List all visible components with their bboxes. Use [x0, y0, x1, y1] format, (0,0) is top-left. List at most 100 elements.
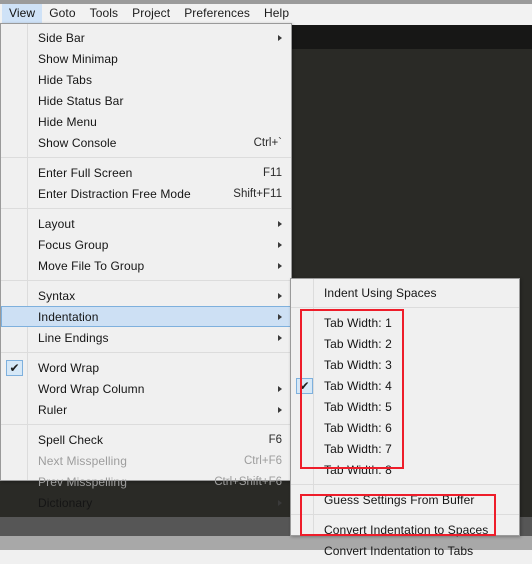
menu-item-shortcut: Ctrl+Shift+F6 — [214, 475, 282, 488]
menu-item-label: Tab Width: 8 — [324, 462, 392, 477]
menu-item-shortcut: Shift+F11 — [233, 187, 282, 200]
submenu-arrow-icon — [278, 292, 282, 299]
menu-bar: View Goto Tools Project Preferences Help — [0, 4, 532, 23]
menubar-item-project[interactable]: Project — [125, 4, 177, 23]
menu-item-dictionary[interactable]: ✔Dictionary — [1, 492, 291, 513]
menu-item-label: Layout — [38, 216, 75, 231]
menu-item-tab-width-6[interactable]: ✔Tab Width: 6 — [291, 417, 519, 438]
menu-item-label: Focus Group — [38, 237, 109, 252]
menu-item-convert-indentation-to-spaces[interactable]: ✔Convert Indentation to Spaces — [291, 519, 519, 540]
check-icon: ✔ — [6, 360, 23, 376]
menu-item-hide-menu[interactable]: ✔Hide Menu — [1, 111, 291, 132]
menu-item-label: Next Misspelling — [38, 453, 127, 468]
menu-separator — [291, 484, 519, 485]
menu-item-label: Hide Tabs — [38, 72, 93, 87]
menu-item-enter-distraction-free-mode[interactable]: ✔Enter Distraction Free ModeShift+F11 — [1, 183, 291, 204]
menu-item-label: Word Wrap Column — [38, 381, 145, 396]
menu-separator — [1, 424, 291, 425]
menu-item-syntax[interactable]: ✔Syntax — [1, 285, 291, 306]
menu-item-label: Convert Indentation to Spaces — [324, 522, 489, 537]
menu-item-word-wrap-column[interactable]: ✔Word Wrap Column — [1, 378, 291, 399]
submenu-arrow-icon — [278, 385, 282, 392]
menu-item-prev-misspelling: ✔Prev MisspellingCtrl+Shift+F6 — [1, 471, 291, 492]
menu-item-move-file-to-group[interactable]: ✔Move File To Group — [1, 255, 291, 276]
menu-item-label: Indent Using Spaces — [324, 285, 437, 300]
menubar-item-help[interactable]: Help — [257, 4, 296, 23]
menu-item-hide-status-bar[interactable]: ✔Hide Status Bar — [1, 90, 291, 111]
check-icon: ✔ — [296, 378, 313, 394]
menu-item-next-misspelling: ✔Next MisspellingCtrl+F6 — [1, 450, 291, 471]
menu-item-ruler[interactable]: ✔Ruler — [1, 399, 291, 420]
menu-item-show-console[interactable]: ✔Show ConsoleCtrl+` — [1, 132, 291, 153]
menubar-item-preferences[interactable]: Preferences — [177, 4, 257, 23]
menu-item-tab-width-1[interactable]: ✔Tab Width: 1 — [291, 312, 519, 333]
menu-item-label: Convert Indentation to Tabs — [324, 543, 474, 558]
indentation-submenu-item-list: ✔Indent Using Spaces✔Tab Width: 1✔Tab Wi… — [291, 279, 519, 564]
menu-item-word-wrap[interactable]: ✔ Word Wrap — [1, 357, 291, 378]
menu-separator — [291, 307, 519, 308]
view-dropdown-menu: ✔Side Bar✔Show Minimap✔Hide Tabs✔Hide St… — [0, 23, 292, 510]
submenu-arrow-icon — [278, 241, 282, 248]
menu-item-label: Show Console — [38, 135, 117, 150]
menu-item-label: Syntax — [38, 288, 76, 303]
menu-item-label: Line Endings — [38, 330, 109, 345]
menu-item-enter-full-screen[interactable]: ✔Enter Full ScreenF11 — [1, 162, 291, 183]
indentation-submenu-panel: ✔Indent Using Spaces✔Tab Width: 1✔Tab Wi… — [290, 278, 520, 558]
menu-item-label: Tab Width: 1 — [324, 315, 392, 330]
menu-item-line-endings[interactable]: ✔Line Endings — [1, 327, 291, 348]
menu-item-show-minimap[interactable]: ✔Show Minimap — [1, 48, 291, 69]
submenu-arrow-icon — [278, 262, 282, 269]
menu-separator — [1, 208, 291, 209]
menu-separator — [1, 280, 291, 281]
menu-item-label: Tab Width: 2 — [324, 336, 392, 351]
submenu-arrow-icon — [278, 220, 282, 227]
menu-item-tab-width-2[interactable]: ✔Tab Width: 2 — [291, 333, 519, 354]
menu-item-label: Tab Width: 7 — [324, 441, 392, 456]
menu-item-spell-check[interactable]: ✔Spell CheckF6 — [1, 429, 291, 450]
menu-item-shortcut: Ctrl+` — [253, 136, 282, 149]
menubar-item-tools[interactable]: Tools — [83, 4, 126, 23]
menu-item-tab-width-7[interactable]: ✔Tab Width: 7 — [291, 438, 519, 459]
menu-item-indentation[interactable]: ✔Indentation — [1, 306, 291, 327]
menu-separator — [291, 514, 519, 515]
menu-item-label: Side Bar — [38, 30, 85, 45]
menu-item-focus-group[interactable]: ✔Focus Group — [1, 234, 291, 255]
menu-item-hide-tabs[interactable]: ✔Hide Tabs — [1, 69, 291, 90]
menubar-item-goto[interactable]: Goto — [42, 4, 82, 23]
submenu-arrow-icon — [278, 34, 282, 41]
menu-item-layout[interactable]: ✔Layout — [1, 213, 291, 234]
menu-item-label: Hide Status Bar — [38, 93, 124, 108]
menu-item-shortcut: F6 — [268, 433, 282, 446]
menu-item-label: Enter Full Screen — [38, 165, 133, 180]
menu-item-tab-width-3[interactable]: ✔Tab Width: 3 — [291, 354, 519, 375]
menu-item-shortcut: F11 — [263, 166, 282, 179]
menu-item-tab-width-4[interactable]: ✔ Tab Width: 4 — [291, 375, 519, 396]
submenu-arrow-icon — [278, 499, 282, 506]
menu-item-guess-settings-from-buffer[interactable]: ✔Guess Settings From Buffer — [291, 489, 519, 510]
menu-item-side-bar[interactable]: ✔Side Bar — [1, 27, 291, 48]
menubar-item-view[interactable]: View — [2, 4, 43, 23]
menu-item-convert-indentation-to-tabs[interactable]: ✔Convert Indentation to Tabs — [291, 540, 519, 561]
menu-item-label: Tab Width: 3 — [324, 357, 392, 372]
submenu-arrow-icon — [278, 313, 282, 320]
menu-item-label: Move File To Group — [38, 258, 145, 273]
menu-item-label: Dictionary — [38, 495, 93, 510]
menu-item-label: Ruler — [38, 402, 68, 417]
menu-item-label: Tab Width: 5 — [324, 399, 392, 414]
application-window: ViewGotoToolsProjectPreferencesHelp ✔Sid… — [0, 0, 532, 558]
menu-item-label: Guess Settings From Buffer — [324, 492, 475, 507]
editor-tab-bar — [292, 25, 532, 49]
menu-separator — [1, 157, 291, 158]
menu-item-label: Prev Misspelling — [38, 474, 127, 489]
menu-item-tab-width-8[interactable]: ✔Tab Width: 8 — [291, 459, 519, 480]
submenu-arrow-icon — [278, 334, 282, 341]
menu-item-label: Hide Menu — [38, 114, 97, 129]
menu-item-label: Show Minimap — [38, 51, 118, 66]
menu-item-label: Spell Check — [38, 432, 104, 447]
menu-separator — [1, 352, 291, 353]
menu-item-indent-using-spaces[interactable]: ✔Indent Using Spaces — [291, 282, 519, 303]
menu-item-label: Tab Width: 6 — [324, 420, 392, 435]
menu-item-shortcut: Ctrl+F6 — [243, 454, 282, 467]
menu-item-tab-width-5[interactable]: ✔Tab Width: 5 — [291, 396, 519, 417]
menu-item-label: Enter Distraction Free Mode — [38, 186, 191, 201]
